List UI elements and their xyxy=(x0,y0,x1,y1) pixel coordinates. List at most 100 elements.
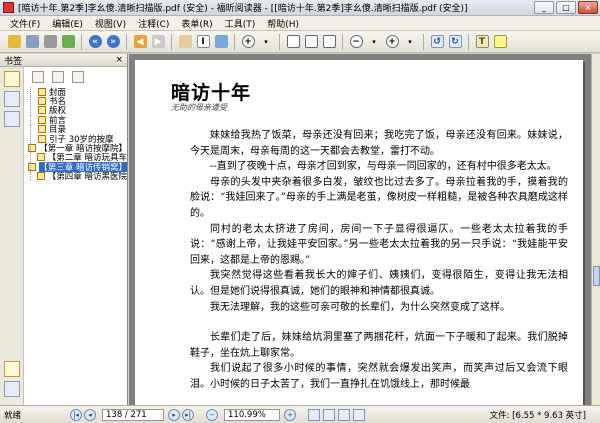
bookmark-icon xyxy=(38,87,46,96)
zoom-out-icon: − xyxy=(349,35,363,48)
menu-edit[interactable]: 编辑(E) xyxy=(46,17,89,30)
delete-bookmark-icon[interactable] xyxy=(52,71,64,83)
maximize-button[interactable]: □ xyxy=(556,1,576,14)
minimize-button[interactable]: _ xyxy=(534,1,554,14)
zoom-out-dropdown[interactable]: ▾ xyxy=(366,34,382,50)
highlighter-icon xyxy=(493,35,507,48)
bookmark-item[interactable]: 目录 xyxy=(24,124,127,134)
select-text-button[interactable]: I xyxy=(195,34,211,50)
menu-form[interactable]: 表单(R) xyxy=(175,17,218,30)
highlight-button[interactable] xyxy=(492,34,508,50)
email-icon xyxy=(61,35,75,48)
open-button[interactable] xyxy=(6,34,22,50)
fit-width-icon xyxy=(304,35,318,48)
fit-page-button[interactable] xyxy=(285,34,301,50)
continuous-facing-view-icon[interactable] xyxy=(353,408,365,421)
menu-file[interactable]: 文件(F) xyxy=(4,17,46,30)
paragraph: 我突然觉得这些看着我长大的婶子们、姨姨们，变得很陌生，变得让我无法相认。但是她们… xyxy=(190,270,568,297)
typewriter-icon: T xyxy=(475,35,489,48)
bookmark-tree: 封面 书名 版权 前言 目录 引子 30岁的按摩 【第一章 暗访按摩院】 【第二… xyxy=(24,87,127,181)
first-page-nav-button[interactable]: |◂ xyxy=(70,408,82,421)
bookmark-icon xyxy=(38,134,46,143)
zoom-level-field[interactable]: 110.99% xyxy=(224,408,280,421)
toolbar: « » ◀ ▶ I + ▾ − ▾ + ▾ ↺ ↻ T xyxy=(0,31,600,53)
document-viewport[interactable]: 暗访十年 无助的母亲遭受 妹妹给我热了饭菜，母亲还没有回来；我吃完了饭，母亲还没… xyxy=(129,54,591,405)
panel-close-icon[interactable]: × xyxy=(115,55,123,65)
layers-tab-icon[interactable] xyxy=(4,111,20,127)
panel-rail xyxy=(0,67,24,405)
arrow-right-icon: ▶ xyxy=(151,35,165,48)
fit-width-button[interactable] xyxy=(303,34,319,50)
app-icon xyxy=(3,2,14,13)
bookmark-item-selected[interactable]: 【第三章 暗访传销窝】 xyxy=(24,162,127,172)
save-button[interactable] xyxy=(24,34,40,50)
menu-help[interactable]: 帮助(H) xyxy=(261,17,305,30)
magnifier-icon: + xyxy=(241,35,255,48)
zoom-in-status-button[interactable]: + xyxy=(284,408,296,421)
print-button[interactable] xyxy=(42,34,58,50)
paragraph: 母亲的头发中夹杂着很多白发，皱纹也比过去多了。母亲拉着我的手，摸着我的脸说：“我… xyxy=(190,176,568,219)
rotate-left-button[interactable]: ↺ xyxy=(429,34,445,50)
pages-tab-icon[interactable] xyxy=(4,91,20,107)
next-page-nav-button[interactable]: ▸ xyxy=(168,408,180,421)
scrollbar-thumb[interactable] xyxy=(593,266,600,286)
bookmark-item[interactable]: 【第四章 暗访黑医院 xyxy=(24,171,127,181)
zoom-button[interactable]: + xyxy=(240,34,256,50)
rotate-right-button[interactable]: ↻ xyxy=(447,34,463,50)
zoom-out-status-button[interactable]: − xyxy=(206,408,218,421)
bookmark-item[interactable]: 书名 xyxy=(24,96,127,106)
paragraph: 同村的老太太挤进了房间，房间一下子显得很逼仄。一些老太太拉着我的手说：“感谢上帝… xyxy=(190,223,568,266)
bookmarks-tab-icon[interactable] xyxy=(4,71,20,87)
email-button[interactable] xyxy=(60,34,76,50)
menu-tools[interactable]: 工具(T) xyxy=(219,17,262,30)
title-bar: [暗访十年.第2季]李幺傻.清晰扫描版.pdf (安全) - 福昕阅读器 - [… xyxy=(0,0,600,16)
attachment-tab-icon[interactable] xyxy=(4,361,20,377)
prev-page-nav-button[interactable]: ◂ xyxy=(84,408,96,421)
bookmark-tools xyxy=(24,67,128,87)
last-page-nav-button[interactable]: ▸| xyxy=(182,408,194,421)
back-button[interactable]: ◀ xyxy=(132,34,148,50)
facing-view-icon[interactable] xyxy=(338,408,350,421)
actual-size-button[interactable] xyxy=(321,34,337,50)
zoom-dropdown[interactable]: ▾ xyxy=(258,34,274,50)
comments-tab-icon[interactable] xyxy=(4,381,20,397)
save-icon xyxy=(25,35,39,48)
pdf-page: 暗访十年 无助的母亲遭受 妹妹给我热了饭菜，母亲还没有回来；我吃完了饭，母亲还没… xyxy=(135,60,583,405)
close-button[interactable]: × xyxy=(578,1,598,14)
hand-tool-button[interactable] xyxy=(177,34,193,50)
last-page-icon: » xyxy=(106,35,120,48)
bookmark-icon xyxy=(38,97,46,106)
page-number-field[interactable]: 138 / 271 xyxy=(102,408,164,421)
zoom-in-button[interactable]: + xyxy=(384,34,400,50)
bookmark-icon xyxy=(38,125,46,134)
menu-comment[interactable]: 注释(C) xyxy=(132,17,175,30)
zoom-out-button[interactable]: − xyxy=(348,34,364,50)
hand-icon xyxy=(178,35,192,48)
last-page-button[interactable]: » xyxy=(105,34,121,50)
bookmark-item[interactable]: 封面 xyxy=(24,87,127,97)
typewriter-button[interactable]: T xyxy=(474,34,490,50)
vertical-scrollbar[interactable] xyxy=(591,54,600,405)
continuous-view-icon[interactable] xyxy=(323,408,335,421)
chevron-down-icon: ▾ xyxy=(264,37,268,46)
bookmark-item[interactable]: 引子 30岁的按摩 xyxy=(24,133,127,144)
bookmark-options-icon[interactable] xyxy=(72,71,84,83)
menu-bar: 文件(F) 编辑(E) 视图(V) 注释(C) 表单(R) 工具(T) 帮助(H… xyxy=(0,16,600,31)
zoom-in-dropdown[interactable]: ▾ xyxy=(402,34,418,50)
bookmark-item[interactable]: 前言 xyxy=(24,115,127,125)
chevron-down-icon: ▾ xyxy=(372,37,376,46)
chapter-title: 暗访十年 xyxy=(171,82,252,104)
forward-button[interactable]: ▶ xyxy=(150,34,166,50)
new-bookmark-icon[interactable] xyxy=(32,71,44,83)
bookmark-icon xyxy=(38,115,46,124)
menu-view[interactable]: 视图(V) xyxy=(89,17,132,30)
first-page-icon: « xyxy=(88,35,102,48)
bookmark-item[interactable]: 版权 xyxy=(24,105,127,116)
first-page-button[interactable]: « xyxy=(87,34,103,50)
bookmark-item[interactable]: 【第二章 暗访玩具车 xyxy=(24,152,127,163)
camera-icon xyxy=(214,35,228,48)
bookmark-item[interactable]: 【第一章 暗访按摩院】 xyxy=(24,143,127,153)
single-page-view-icon[interactable] xyxy=(308,408,320,421)
paragraph: --直到了夜晚十点，母亲才回到家，与母亲一同回家的，还有村中很多老太太。 xyxy=(210,161,557,173)
snapshot-button[interactable] xyxy=(213,34,229,50)
